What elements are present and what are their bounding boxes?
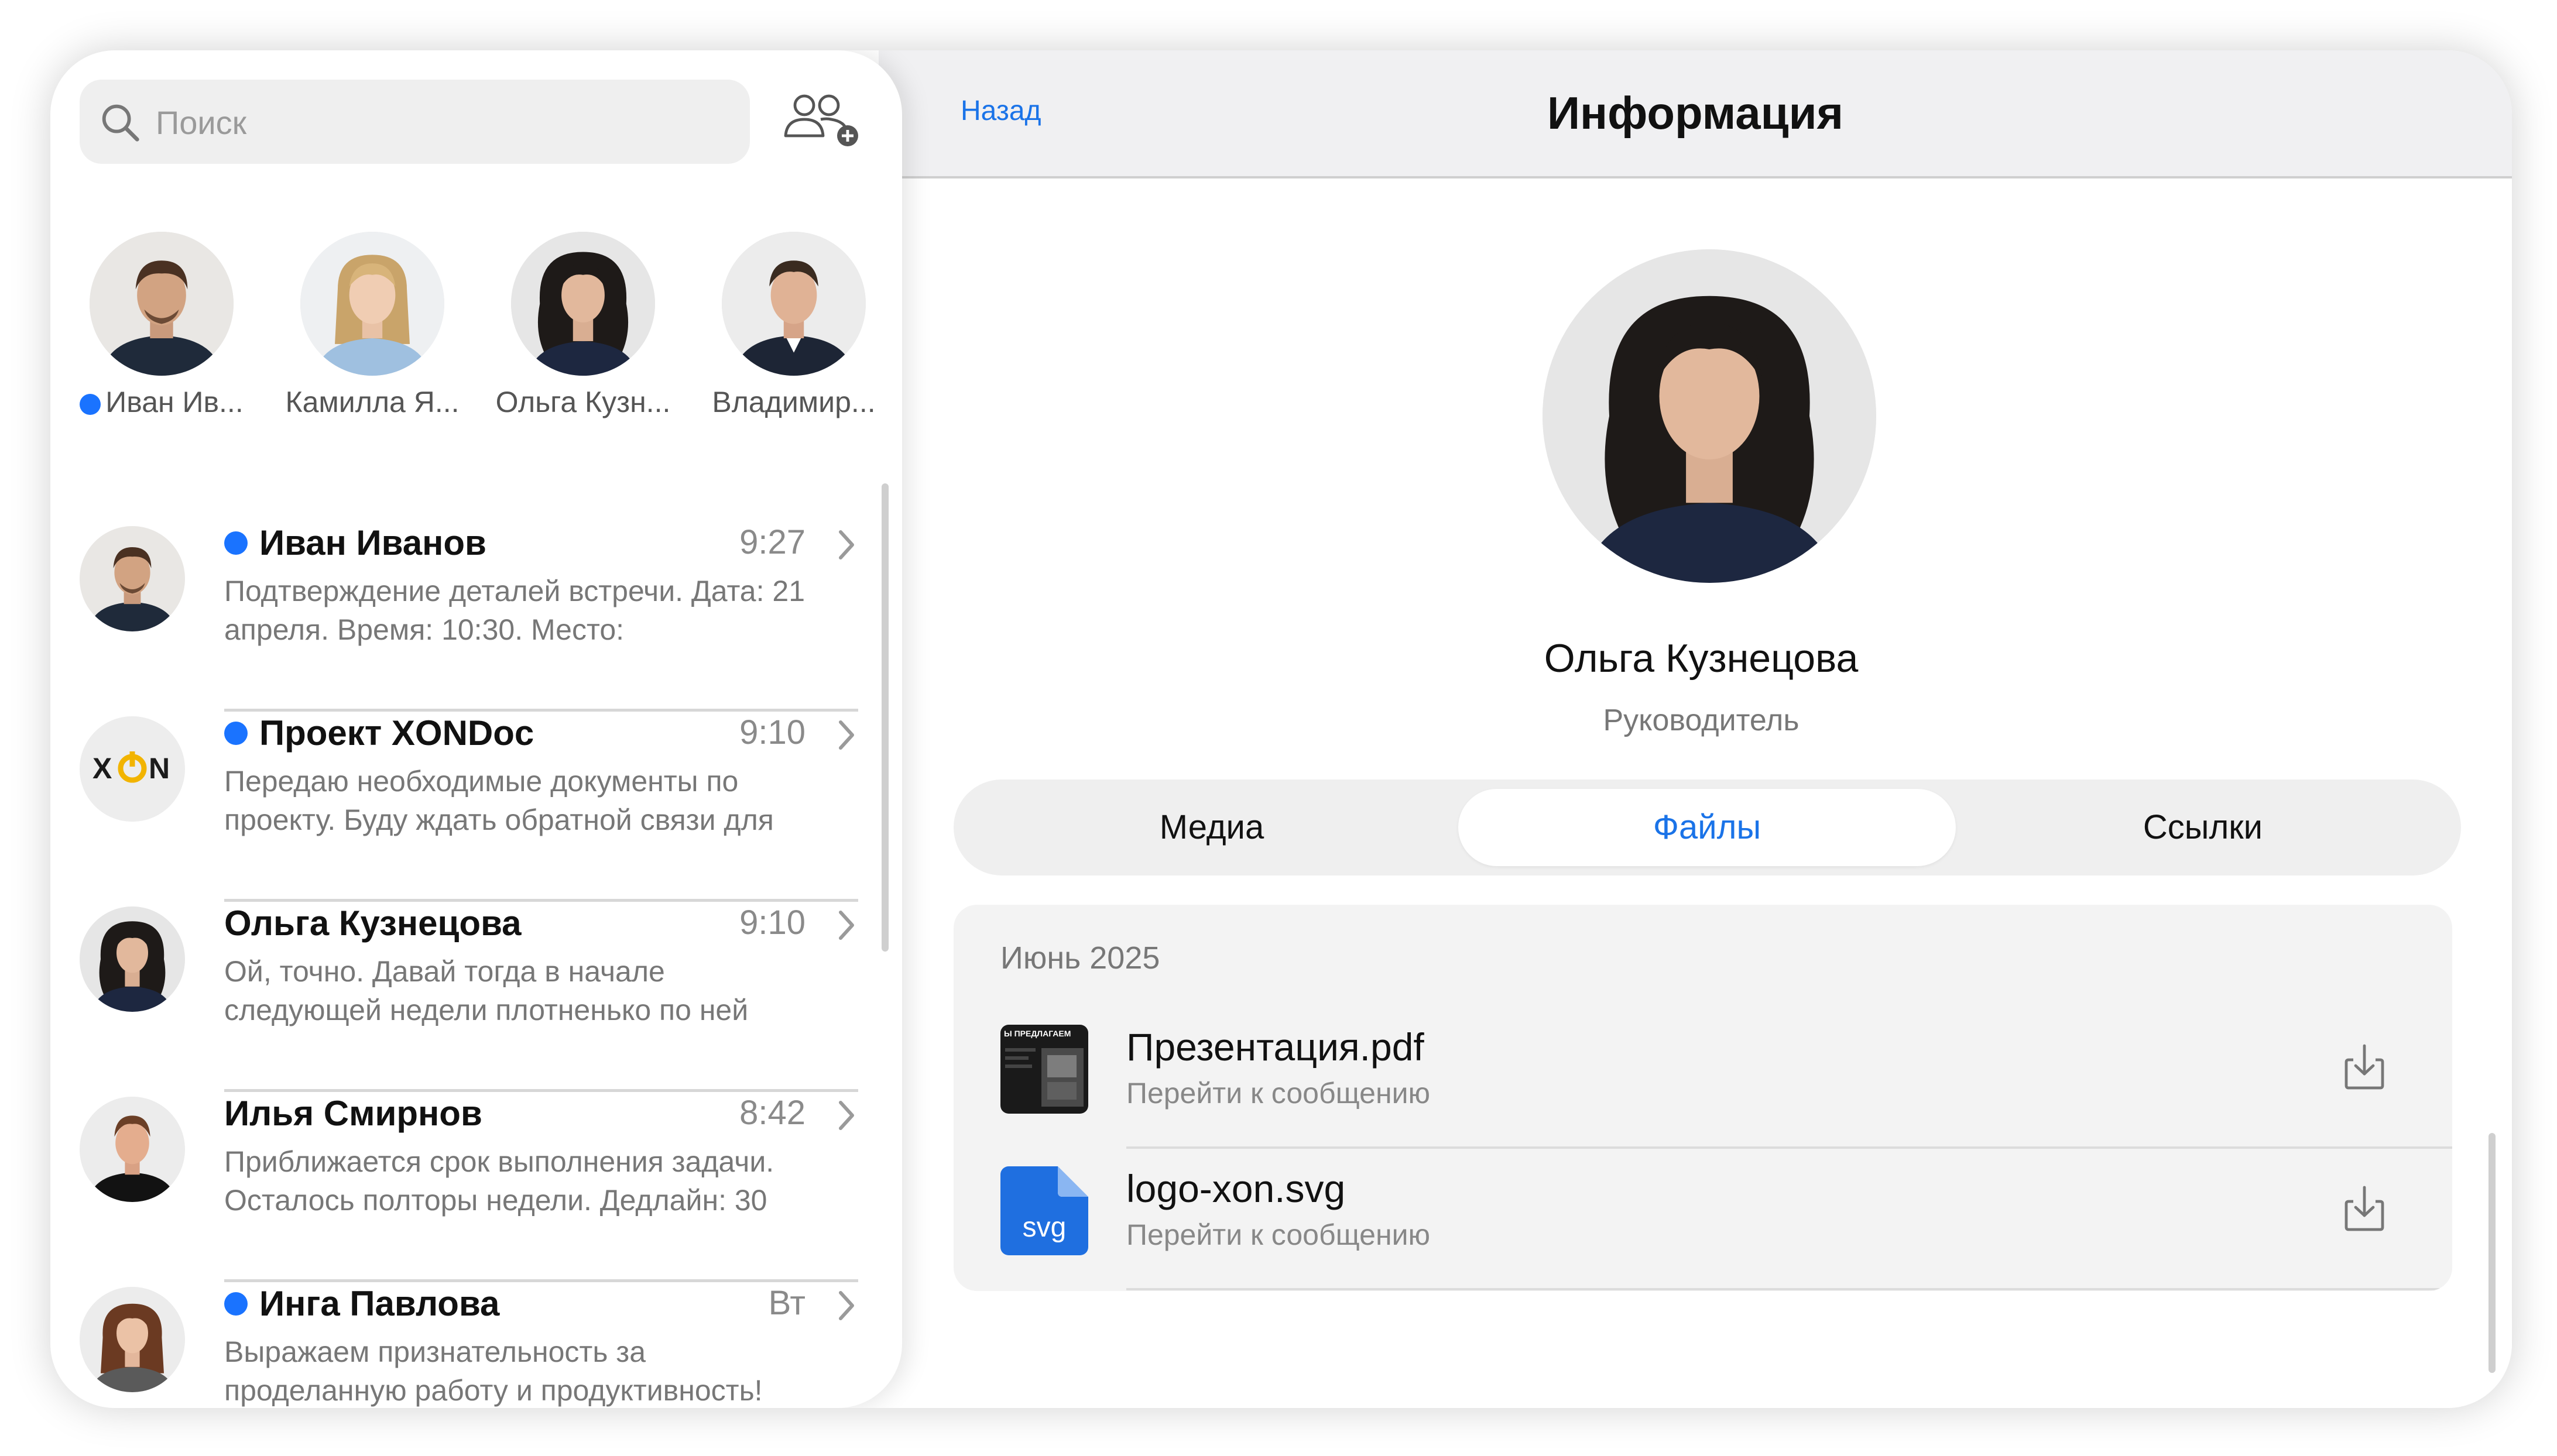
project-logo: X N xyxy=(80,716,185,822)
tab-links[interactable]: Ссылки xyxy=(1954,789,2452,866)
chat-item[interactable]: Инга Павлова Вт Выражаем признательность… xyxy=(50,1282,902,1408)
messenger-window: Иван Ив... Камилла Я... Ольга Кузн... xyxy=(50,50,2512,1408)
chat-time: 9:10 xyxy=(739,713,806,751)
chat-title: Илья Смирнов xyxy=(224,1094,482,1133)
chevron-right-icon xyxy=(839,911,854,940)
chat-preview: Передаю необходимые документы по проекту… xyxy=(224,765,774,844)
chat-title: Ольга Кузнецова xyxy=(224,904,522,943)
avatar[interactable] xyxy=(300,232,444,376)
chat-preview: Ой, точно. Давай тогда в начале следующе… xyxy=(224,955,749,1034)
avatar[interactable] xyxy=(90,232,234,376)
chat-time: 8:42 xyxy=(739,1094,806,1132)
chat-preview: Приближается срок выполнения задачи. Ост… xyxy=(224,1145,774,1224)
download-icon[interactable] xyxy=(2344,1185,2385,1232)
file-name: logo-xon.svg xyxy=(1126,1167,1346,1210)
unread-dot xyxy=(224,531,248,555)
go-to-message-link[interactable]: Перейти к сообщению xyxy=(1126,1218,1430,1252)
section-title: Июнь 2025 xyxy=(1000,940,1160,976)
story-name: Иван Ив... xyxy=(105,386,244,418)
contact-info-pane: Назад Информация Ольга Кузнецова Руковод… xyxy=(879,50,2512,1408)
avatar xyxy=(80,1097,185,1202)
chat-item[interactable]: X N Проект XONDoc 9:10 Передаю необходим… xyxy=(50,712,902,902)
file-type-label: svg xyxy=(1023,1212,1067,1243)
info-header: Назад Информация xyxy=(879,50,2512,178)
story-name: Владимир... xyxy=(712,386,876,418)
search-input[interactable] xyxy=(155,97,731,147)
stories-row: Иван Ив... Камилла Я... Ольга Кузн... Вл… xyxy=(50,232,902,431)
profile-role: Руководитель xyxy=(1603,703,1800,737)
scrollbar[interactable] xyxy=(882,483,889,952)
chat-item[interactable]: Ольга Кузнецова 9:10 Ой, точно. Давай то… xyxy=(50,902,902,1092)
download-icon[interactable] xyxy=(2344,1043,2385,1090)
online-dot xyxy=(80,393,101,415)
chat-preview: Подтверждение деталей встречи. Дата: 21 … xyxy=(224,575,806,654)
logo-letter-x: X xyxy=(92,752,112,785)
file-name: Презентация.pdf xyxy=(1126,1025,1424,1069)
add-contact-icon[interactable] xyxy=(782,91,864,150)
pdf-thumbnail-icon: Ы ПРЕДЛАГАЕМ xyxy=(1000,1025,1088,1114)
divider xyxy=(1126,1288,2452,1290)
unread-dot xyxy=(224,722,248,746)
tab-media[interactable]: Медиа xyxy=(963,789,1461,866)
files-list: Июнь 2025 Ы ПРЕДЛАГАЕМ Презентация.pdf П… xyxy=(954,905,2452,1291)
avatar[interactable] xyxy=(722,232,866,376)
thumbnail-text: Ы ПРЕДЛАГАЕМ xyxy=(1004,1029,1071,1038)
chevron-right-icon xyxy=(839,530,854,559)
chevron-right-icon xyxy=(839,1101,854,1130)
chat-time: 9:27 xyxy=(739,523,806,561)
file-item[interactable]: svg logo-xon.svg Перейти к сообщению xyxy=(954,1149,2452,1290)
tab-files[interactable]: Файлы xyxy=(1458,789,1956,866)
profile-name: Ольга Кузнецова xyxy=(1544,636,1859,681)
story-name: Камилла Я... xyxy=(285,386,460,418)
search-box[interactable] xyxy=(80,80,750,164)
story-name: Ольга Кузн... xyxy=(495,386,671,418)
scrollbar[interactable] xyxy=(2489,1133,2496,1373)
chevron-right-icon xyxy=(839,1291,854,1320)
chat-item[interactable]: Илья Смирнов 8:42 Приближается срок выпо… xyxy=(50,1092,902,1282)
profile-avatar xyxy=(1543,249,1876,583)
svg-file-icon: svg xyxy=(1000,1166,1088,1255)
chat-preview: Выражаем признательность за проделанную … xyxy=(224,1335,763,1407)
avatar xyxy=(80,906,185,1012)
search-icon xyxy=(102,104,139,142)
avatar xyxy=(80,526,185,631)
chevron-right-icon xyxy=(839,720,854,750)
segmented-tabs: Медиа Файлы Ссылки xyxy=(954,779,2461,875)
chat-list-pane: Иван Ив... Камилла Я... Ольга Кузн... xyxy=(50,50,902,1408)
chat-list: Иван Иванов 9:27 Подтверждение деталей в… xyxy=(50,521,902,1408)
chat-title: Иван Иванов xyxy=(259,523,486,562)
chat-title: Инга Павлова xyxy=(259,1284,500,1323)
unread-dot xyxy=(224,1292,248,1316)
file-item[interactable]: Ы ПРЕДЛАГАЕМ Презентация.pdf Перейти к с… xyxy=(954,1007,2452,1149)
chat-item[interactable]: Иван Иванов 9:27 Подтверждение деталей в… xyxy=(50,521,902,712)
page-title: Информация xyxy=(1547,87,1844,139)
chat-title: Проект XONDoc xyxy=(259,713,534,753)
chat-time: 9:10 xyxy=(739,904,806,942)
logo-letter-n: N xyxy=(149,752,170,785)
avatar xyxy=(80,1287,185,1392)
chat-time: Вт xyxy=(768,1284,806,1322)
avatar[interactable] xyxy=(511,232,655,376)
go-to-message-link[interactable]: Перейти к сообщению xyxy=(1126,1076,1430,1110)
